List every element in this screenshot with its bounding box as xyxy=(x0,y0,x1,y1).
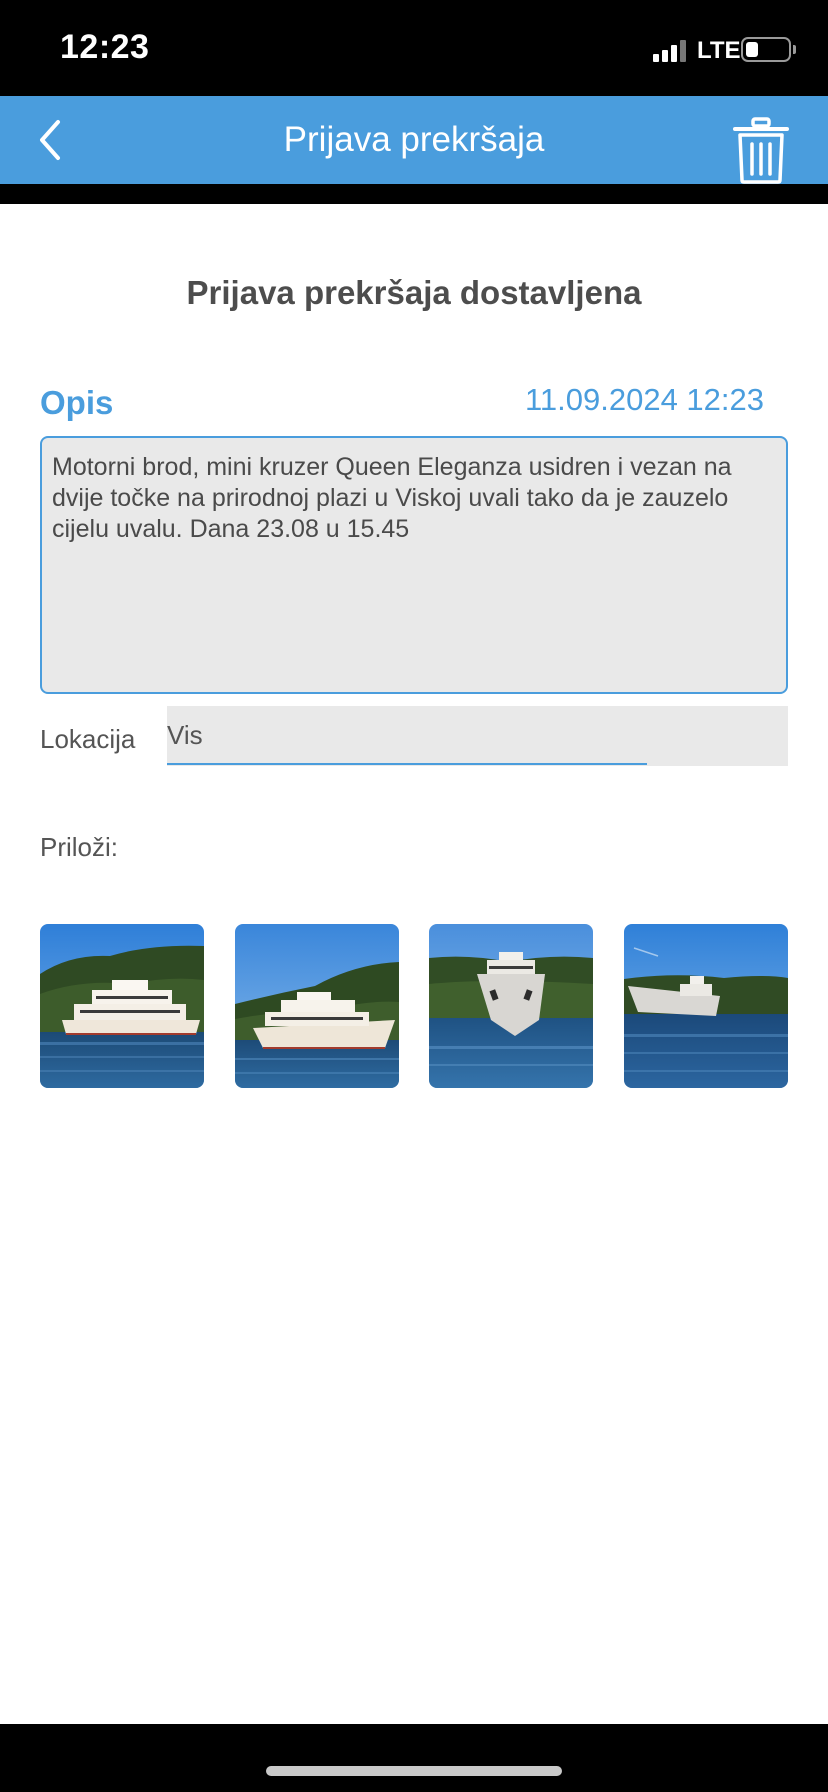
home-indicator[interactable] xyxy=(266,1766,562,1776)
chevron-left-icon xyxy=(40,120,60,160)
cellular-signal-icon xyxy=(653,40,687,62)
attachment-thumbnail[interactable] xyxy=(40,924,204,1088)
attachment-thumbnail[interactable] xyxy=(235,924,399,1088)
delete-button[interactable] xyxy=(733,116,789,184)
network-type: LTE xyxy=(697,37,741,64)
home-indicator-area xyxy=(0,1724,828,1792)
page-heading: Prijava prekršaja dostavljena xyxy=(186,274,642,311)
status-time: 12:23 xyxy=(60,28,150,66)
status-bar: 12:23 LTE xyxy=(0,0,828,96)
attachments-label: Priloži: xyxy=(40,832,119,862)
report-content: Prijava prekršaja dostavljena Opis 11.09… xyxy=(0,204,828,1724)
nav-title: Prijava prekršaja xyxy=(283,120,545,159)
description-textarea[interactable]: Motorni brod, mini kruzer Queen Eleganza… xyxy=(40,436,788,694)
trash-icon xyxy=(733,117,789,184)
description-label: Opis xyxy=(40,384,114,421)
back-button[interactable] xyxy=(34,110,74,170)
attachment-thumbnail[interactable] xyxy=(429,924,593,1088)
nav-bar: Prijava prekršaja xyxy=(0,96,828,184)
location-value: Vis xyxy=(167,720,203,750)
battery-cap xyxy=(793,45,796,54)
nav-divider xyxy=(0,184,828,204)
location-label: Lokacija xyxy=(40,724,136,754)
attachment-thumbnail[interactable] xyxy=(624,924,788,1088)
battery-icon xyxy=(741,37,791,62)
location-field[interactable]: Vis xyxy=(167,706,788,766)
location-underline xyxy=(167,763,647,765)
report-datetime: 11.09.2024 12:23 xyxy=(524,382,764,417)
